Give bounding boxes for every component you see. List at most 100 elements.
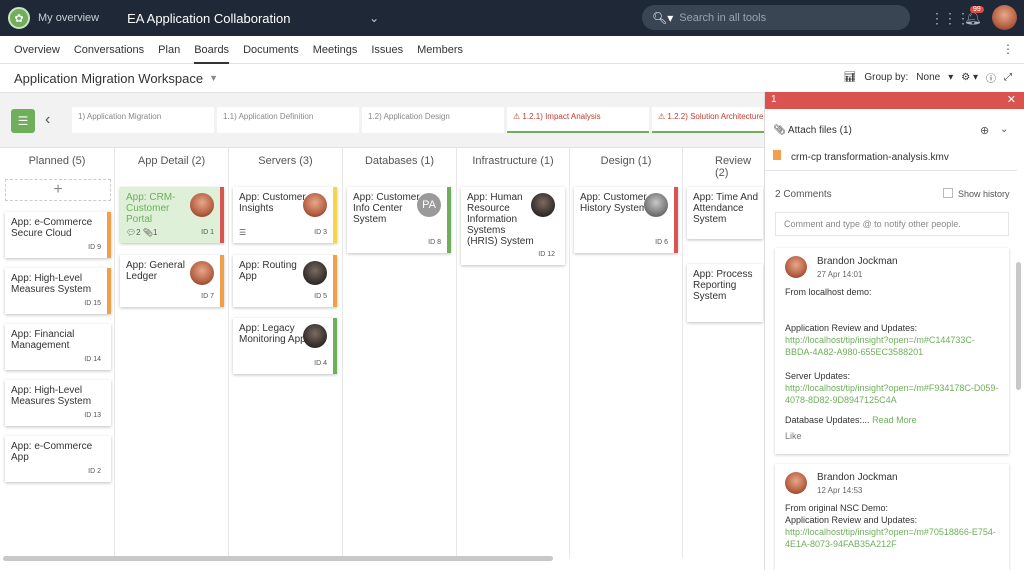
column-header: Databases (1) — [364, 155, 435, 167]
card-id: ID 3 — [314, 229, 327, 236]
title-dropdown-icon[interactable]: ▼ — [209, 73, 218, 83]
comment-author: Brandon Jockman — [817, 472, 898, 483]
attached-file[interactable]: crm-cp transformation-analysis.kmv — [773, 150, 949, 163]
horizontal-scrollbar[interactable] — [3, 556, 553, 561]
card[interactable]: App: High-Level Measures System ID 13 — [5, 380, 111, 426]
subtasks-icon: ☰ — [239, 228, 247, 237]
tab-overview[interactable]: Overview — [14, 36, 60, 64]
add-file-icon[interactable]: ⊕ — [980, 124, 989, 137]
steps-toggle-icon[interactable]: ☰ — [11, 109, 35, 133]
card[interactable]: App: e-Commerce Secure Cloud ID 9 — [5, 212, 111, 258]
expand-icon[interactable]: ⤢ — [1004, 72, 1012, 83]
card-title: App: General Ledger — [126, 260, 185, 282]
card[interactable]: App: Human Resource Information Systems … — [461, 187, 565, 265]
status-bar — [674, 187, 678, 253]
step-1-2-2[interactable]: ⚠ 1.2.2) Solution Architecture — [652, 107, 765, 133]
tab-members[interactable]: Members — [417, 36, 463, 64]
search-icon: 🔍︎▾ — [652, 10, 674, 25]
tab-plan[interactable]: Plan — [158, 36, 180, 64]
card-title: App: Routing App — [239, 260, 297, 282]
tab-issues[interactable]: Issues — [371, 36, 403, 64]
card-detail-panel: 1 ✕ 📎︎ Attach files (1) ⊕ ⌄ crm-cp transfor… — [764, 92, 1024, 570]
warning-icon: ⚠ — [513, 112, 523, 121]
card-id: ID 8 — [428, 239, 441, 246]
panel-scrollbar[interactable] — [1016, 262, 1021, 390]
card-title: App: e-Commerce Secure Cloud — [11, 217, 93, 239]
group-by-value[interactable]: None — [916, 72, 940, 83]
more-options-icon[interactable]: ⋮ — [1002, 42, 1014, 56]
card[interactable]: App: High-Level Measures System ID 15 — [5, 268, 111, 314]
tab-boards[interactable]: Boards — [194, 36, 230, 64]
show-history-toggle[interactable]: Show history — [943, 188, 1010, 199]
gear-icon[interactable]: ⚙ ▾ — [961, 72, 978, 83]
assignee-avatar — [644, 193, 668, 217]
chart-icon[interactable]: 📊︎ — [844, 72, 857, 83]
status-bar — [220, 255, 224, 307]
card-id: ID 9 — [88, 244, 101, 251]
group-by-chevron-icon[interactable]: ▾ — [948, 72, 953, 83]
show-history-checkbox[interactable] — [943, 188, 953, 198]
status-bar — [333, 318, 337, 374]
step-1-2-1[interactable]: ⚠ 1.2.1) Impact Analysis — [507, 107, 649, 133]
board-header: Application Migration Workspace ▼ 📊︎ Gro… — [0, 64, 1024, 92]
card[interactable]: App: Financial Management ID 14 — [5, 324, 111, 370]
chevron-down-icon[interactable]: ⌄ — [1000, 124, 1008, 135]
app-logo-icon[interactable]: ✿ — [8, 7, 30, 29]
file-icon — [773, 150, 781, 160]
card-id: ID 15 — [84, 300, 101, 307]
workspace-tabs: Overview Conversations Plan Boards Docum… — [0, 36, 1024, 64]
read-more-link[interactable]: Read More — [872, 415, 917, 425]
workspace-title[interactable]: EA Application Collaboration — [127, 11, 367, 26]
column-header: Servers (3) — [258, 155, 313, 167]
back-chevron-icon[interactable]: ‹ — [45, 111, 50, 129]
status-bar — [220, 187, 224, 243]
assignee-avatar — [190, 193, 214, 217]
status-bar — [447, 187, 451, 253]
add-card-button[interactable]: + — [5, 179, 111, 201]
comment-line: Application Review and Updates: — [785, 515, 918, 525]
column-design: Design (1) App: Customer History System I… — [570, 148, 683, 558]
comment-line: Database Updates:... — [785, 415, 870, 425]
column-header: Design (1) — [600, 155, 652, 167]
kanban-board: Planned (5) + App: e-Commerce Secure Clo… — [0, 148, 765, 558]
card[interactable]: App: e-Commerce App ID 2 — [5, 436, 111, 482]
like-button[interactable]: Like — [785, 430, 999, 442]
comment-link[interactable]: http://localhost/tip/insight?open=/m#C14… — [785, 334, 999, 358]
my-overview-link[interactable]: My overview — [38, 12, 99, 24]
card[interactable]: App: Routing App ID 5 — [233, 255, 337, 307]
card[interactable]: App: Customer Insights ☰ ID 3 — [233, 187, 337, 243]
comment-input[interactable]: Comment and type @ to notify other peopl… — [775, 212, 1009, 236]
step-1-2[interactable]: 1.2) Application Design — [362, 107, 504, 133]
page-title[interactable]: Application Migration Workspace — [14, 71, 203, 86]
global-search[interactable]: 🔍︎▾ Search in all tools — [642, 5, 910, 30]
comment-link[interactable]: http://localhost/tip/insight?open=/m#F93… — [785, 382, 999, 406]
card[interactable]: App: Process Reporting System — [687, 264, 763, 322]
notification-count-badge: 99 — [970, 6, 984, 13]
step-1[interactable]: 1) Application Migration — [72, 107, 214, 133]
card[interactable]: App: Customer History System ID 6 — [574, 187, 678, 253]
step-1-1[interactable]: 1.1) Application Definition — [217, 107, 359, 133]
divider — [765, 170, 1017, 171]
card[interactable]: App: Customer Info Center System PA ID 8 — [347, 187, 451, 253]
tab-meetings[interactable]: Meetings — [313, 36, 358, 64]
attach-files-label: Attach files (1) — [787, 125, 852, 136]
card[interactable]: App: Legacy Monitoring App ID 4 — [233, 318, 337, 374]
status-bar — [107, 268, 111, 314]
tab-documents[interactable]: Documents — [243, 36, 299, 64]
close-icon[interactable]: ✕ — [1007, 93, 1016, 106]
attach-files[interactable]: 📎︎ Attach files (1) ⊕ ⌄ — [773, 124, 1008, 137]
card[interactable]: App: General Ledger ID 7 — [120, 255, 224, 307]
workspace-chevron-down-icon[interactable]: ⌄ — [369, 11, 379, 25]
card-selected[interactable]: App: CRM-Customer Portal 💬︎2 📎︎1 ID 1 — [120, 187, 224, 243]
column-header: Review (2) — [715, 155, 752, 179]
help-icon[interactable]: ⓘ — [986, 70, 996, 85]
comment-link[interactable]: http://localhost/tip/insight?open=/m#705… — [785, 526, 999, 550]
user-avatar[interactable] — [992, 5, 1017, 30]
column-infrastructure: Infrastructure (1) App: Human Resource I… — [457, 148, 570, 558]
search-input[interactable]: Search in all tools — [679, 12, 766, 24]
comment-line: Application Review and Updates: — [785, 323, 918, 333]
card[interactable]: App: Time And Attendance System — [687, 187, 763, 239]
tab-conversations[interactable]: Conversations — [74, 36, 144, 64]
status-bar — [333, 187, 337, 243]
card-id: ID 5 — [314, 293, 327, 300]
